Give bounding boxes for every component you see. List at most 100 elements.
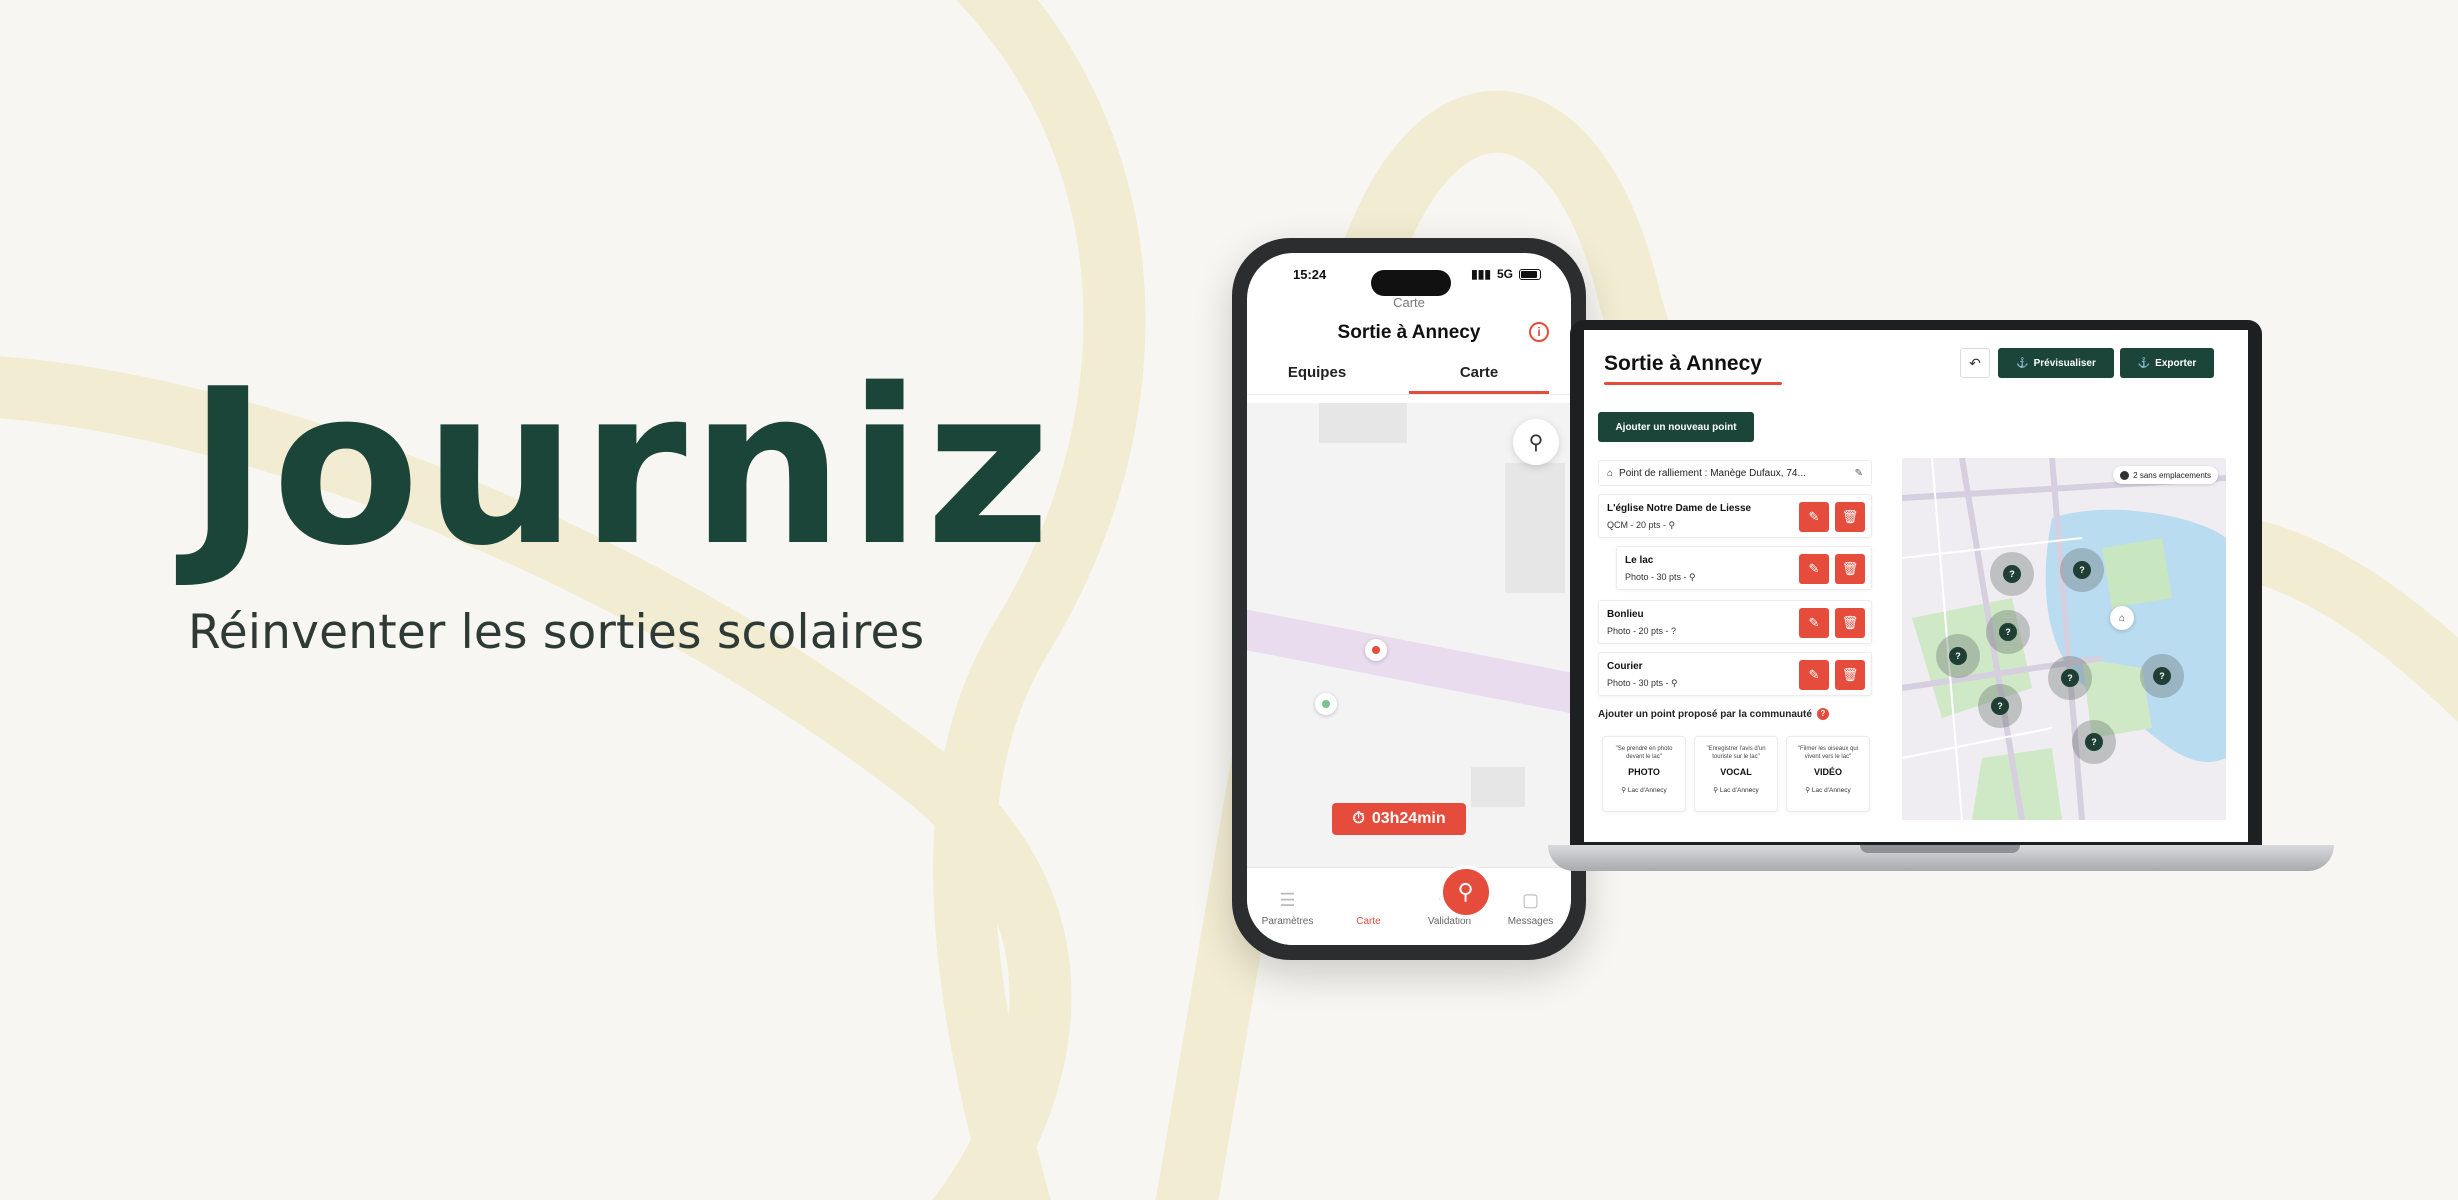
- map-road: [1247, 603, 1571, 723]
- laptop-mockup: Sortie à Annecy ↶ ⚓ Prévisualiser ⚓ Expo…: [1570, 320, 2262, 848]
- journiz-logo: Journiz: [188, 342, 1055, 593]
- export-label: Exporter: [2155, 357, 2197, 369]
- map-marker[interactable]: ?: [2072, 720, 2116, 764]
- nav-label: Messages: [1507, 916, 1554, 927]
- phone-screen: 15:24 ▮▮▮ 5G Carte Sortie à Annecy i Equ…: [1247, 253, 1571, 945]
- trash-icon[interactable]: 🗑: [1835, 660, 1865, 690]
- trash-icon[interactable]: 🗑: [1835, 554, 1865, 584]
- nav-label: Carte: [1356, 916, 1381, 927]
- list-item[interactable]: Bonlieu Photo - 20 pts - ? ✎ 🗑: [1598, 600, 1872, 644]
- network-label: 5G: [1496, 267, 1513, 281]
- point-meta: QCM - 20 pts - ⚲: [1607, 520, 1676, 530]
- export-button[interactable]: ⚓ Exporter: [2120, 348, 2214, 378]
- sliders-icon: ☰: [1279, 890, 1296, 910]
- locate-user-button[interactable]: ⚲: [1513, 419, 1559, 465]
- dot-icon: [2120, 470, 2130, 480]
- user-location-icon: ⚲: [1528, 431, 1544, 454]
- title-underline: [1604, 382, 1782, 385]
- point-name: L'église Notre Dame de Liesse: [1607, 503, 1752, 514]
- help-icon[interactable]: ?: [1816, 708, 1829, 720]
- community-label: Ajouter un point proposé par la communau…: [1598, 708, 1812, 720]
- card-quote: "Enregistrer l'avis d'un touriste sur le…: [1706, 746, 1766, 760]
- dashboard-title: Sortie à Annecy: [1604, 352, 1762, 375]
- list-item[interactable]: L'église Notre Dame de Liesse QCM - 20 p…: [1598, 494, 1872, 538]
- list-item[interactable]: Courier Photo - 30 pts - ⚲ ✎ 🗑: [1598, 652, 1872, 696]
- nav-label: Paramètres: [1261, 916, 1314, 927]
- trash-icon[interactable]: 🗑: [1835, 502, 1865, 532]
- point-name: Bonlieu: [1607, 609, 1644, 620]
- dashboard-screen: Sortie à Annecy ↶ ⚓ Prévisualiser ⚓ Expo…: [1584, 330, 2248, 842]
- map-marker[interactable]: ?: [1990, 552, 2034, 596]
- card-quote: "Filmer les oiseaux qui vivent vers le l…: [1797, 746, 1859, 760]
- map-marker[interactable]: ?: [1978, 684, 2022, 728]
- nav-carte[interactable]: ⚲ · Carte: [1339, 865, 1493, 927]
- edit-icon[interactable]: ✎: [1799, 660, 1829, 690]
- map-building: [1505, 463, 1565, 593]
- timer-value: 03h24min: [1371, 810, 1446, 827]
- nav-parametres[interactable]: ☰ Paramètres: [1258, 890, 1318, 927]
- battery-icon: [1519, 268, 1541, 280]
- pin-icon: ⚲: [1805, 787, 1812, 794]
- map-building: [1319, 403, 1407, 443]
- system-icons: ▮▮▮ 5G: [1471, 267, 1541, 281]
- laptop-notch: [1860, 845, 2020, 853]
- edit-icon[interactable]: ✎: [1799, 502, 1829, 532]
- edit-icon[interactable]: ✎: [1855, 468, 1863, 479]
- card-type: VOCAL: [1720, 767, 1752, 777]
- nav-messages[interactable]: ▢ Messages: [1501, 890, 1561, 927]
- phone-title-text: Sortie à Annecy: [1337, 322, 1481, 343]
- trash-icon[interactable]: 🗑: [1835, 608, 1865, 638]
- edit-icon[interactable]: ✎: [1799, 608, 1829, 638]
- map-marker[interactable]: ?: [1936, 634, 1980, 678]
- clock-icon: ⏱: [1352, 810, 1365, 827]
- edit-icon[interactable]: ✎: [1799, 554, 1829, 584]
- card-location: ⚲ Lac d'Annecy: [1621, 787, 1667, 794]
- list-item[interactable]: Le lac Photo - 30 pts - ⚲ ✎ 🗑: [1616, 546, 1872, 590]
- map-marker[interactable]: ?: [1986, 610, 2030, 654]
- point-name: Le lac: [1625, 555, 1654, 566]
- messages-icon: ▢: [1521, 890, 1539, 910]
- brand-block: Journiz Réinventer les sorties scolaires: [188, 342, 1055, 660]
- phone-mockup: 15:24 ▮▮▮ 5G Carte Sortie à Annecy i Equ…: [1232, 238, 1586, 960]
- tab-carte[interactable]: Carte: [1409, 358, 1549, 394]
- anchor-icon: ⚓: [2016, 357, 2029, 369]
- point-meta: Photo - 30 pts - ⚲: [1607, 678, 1678, 688]
- preview-button[interactable]: ⚓ Prévisualiser: [1998, 348, 2114, 378]
- phone-tabs: Equipes Carte: [1247, 358, 1571, 395]
- rally-point-row[interactable]: ⌂ Point de ralliement : Manège Dufaux, 7…: [1598, 460, 1872, 486]
- preview-label: Prévisualiser: [2033, 357, 2096, 369]
- add-point-button[interactable]: Ajouter un nouveau point: [1598, 412, 1754, 442]
- tab-equipes[interactable]: Equipes: [1247, 358, 1387, 394]
- map-marker[interactable]: ?: [2048, 656, 2092, 700]
- map-pin-icon[interactable]: ⚲: [1438, 865, 1493, 919]
- dynamic-island: [1371, 270, 1451, 296]
- phone-map[interactable]: ⚲ ⏱ 03h24min: [1247, 403, 1571, 881]
- home-icon[interactable]: ⌂: [2110, 606, 2134, 630]
- point-name: Courier: [1607, 661, 1643, 672]
- map-marker[interactable]: ?: [2140, 654, 2184, 698]
- locations-chip[interactable]: 2 sans emplacements: [2113, 466, 2218, 484]
- map-marker[interactable]: ?: [2060, 548, 2104, 592]
- rally-point-text: Point de ralliement : Manège Dufaux, 74.…: [1619, 467, 1806, 479]
- dashboard-map[interactable]: 2 sans emplacements ? ? ? ? ? ? ? ? ⌂: [1902, 458, 2226, 820]
- card-type: PHOTO: [1628, 767, 1660, 777]
- community-card-vocal[interactable]: "Enregistrer l'avis d'un touriste sur le…: [1694, 736, 1778, 812]
- pin-icon: ⚲: [1713, 787, 1720, 794]
- map-building: [1471, 767, 1525, 807]
- pin-icon: ⚲: [1621, 787, 1628, 794]
- card-type: VIDÉO: [1813, 767, 1842, 777]
- community-heading: Ajouter un point proposé par la communau…: [1598, 708, 1829, 720]
- chip-label: 2 sans emplacements: [2133, 470, 2211, 480]
- community-card-video[interactable]: "Filmer les oiseaux qui vivent vers le l…: [1786, 736, 1870, 812]
- phone-header-sub: Carte: [1393, 295, 1425, 310]
- signal-icon: ▮▮▮: [1471, 267, 1491, 281]
- anchor-icon: ⚓: [2137, 357, 2151, 369]
- point-meta: Photo - 30 pts - ⚲: [1625, 572, 1696, 582]
- community-card-photo[interactable]: "Se prendre en photo devant le lac" PHOT…: [1602, 736, 1686, 812]
- info-icon[interactable]: i: [1529, 322, 1549, 342]
- undo-button[interactable]: ↶: [1960, 348, 1990, 378]
- map-marker-green[interactable]: [1315, 693, 1337, 715]
- timer-badge: ⏱ 03h24min: [1332, 803, 1466, 835]
- phone-title: Sortie à Annecy i: [1247, 322, 1571, 344]
- map-marker-red[interactable]: [1365, 639, 1387, 661]
